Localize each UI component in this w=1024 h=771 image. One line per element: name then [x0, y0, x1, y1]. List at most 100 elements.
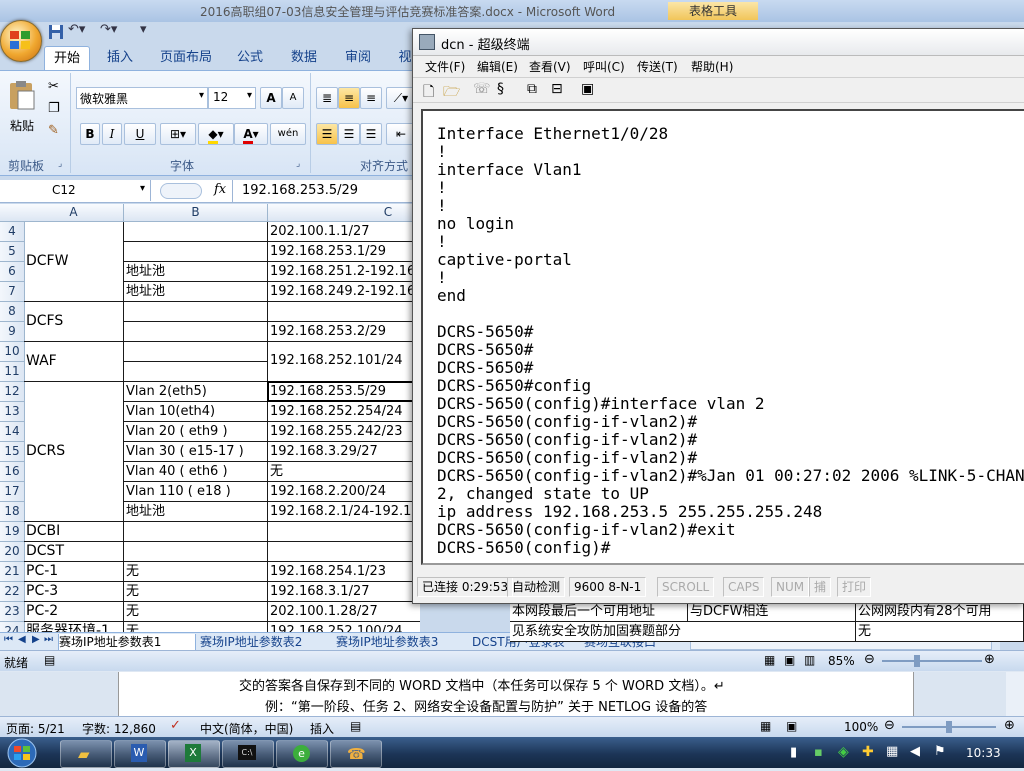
formula-input[interactable]: 192.168.253.5/29 [242, 183, 358, 198]
row-header[interactable]: 24 [0, 622, 25, 632]
cell-c[interactable]: 192.168.252.254/24 [268, 402, 420, 422]
row-header[interactable]: 6 [0, 262, 25, 282]
cell-a-dcbi[interactable]: DCBI [24, 522, 124, 542]
phonetic-button[interactable]: wén [270, 123, 306, 145]
cell-c[interactable]: 192.168.3.29/27 [268, 442, 420, 462]
save-icon[interactable] [48, 24, 64, 42]
properties-icon[interactable]: ▣ [581, 81, 594, 97]
clipboard-launcher-icon[interactable]: ⌟ [58, 159, 62, 169]
cell-b[interactable]: Vlan 20 ( eth9 ) [124, 422, 268, 442]
zoom-out-icon[interactable]: ⊖ [884, 718, 895, 733]
row-header[interactable]: 7 [0, 282, 25, 302]
cell-b[interactable] [124, 302, 268, 322]
receive-icon[interactable]: ⊟ [551, 81, 563, 97]
tab-home[interactable]: 开始 [44, 46, 90, 71]
taskbar-excel[interactable]: X [168, 740, 220, 768]
cell-c[interactable]: 192.168.254.1/23 [268, 562, 420, 582]
start-button[interactable] [4, 738, 44, 768]
taskbar-word[interactable]: W [114, 740, 166, 768]
cell-b[interactable]: Vlan 110 ( e18 ) [124, 482, 268, 502]
word-zoom-slider-thumb[interactable] [946, 721, 952, 733]
cell-c[interactable] [268, 522, 420, 542]
word-count[interactable]: 字数: 12,860 [82, 720, 156, 737]
terminal-titlebar[interactable]: dcn - 超级终端 [413, 29, 1024, 56]
menu-transfer[interactable]: 传送(T) [637, 58, 678, 75]
fill-color-button[interactable]: ◆▾ [198, 123, 234, 145]
copy-icon[interactable]: ❐ [48, 101, 60, 116]
cell-b[interactable]: 无 [124, 622, 268, 632]
cell-a-pc2[interactable]: PC-2 [24, 602, 124, 622]
cell-a-dcfw[interactable]: DCFW [24, 222, 124, 302]
cell-d[interactable]: 本网段最后一个可用地址 [510, 602, 688, 622]
cell-a-server[interactable]: 服务器环境-1 [24, 622, 124, 632]
cell-c[interactable]: 192.168.251.2-192.168.251.254 [268, 262, 420, 282]
cell-a-dcfs[interactable]: DCFS [24, 302, 124, 342]
office-button[interactable] [0, 20, 42, 62]
cell-c[interactable]: 192.168.253.5/29 [268, 382, 420, 402]
language-indicator[interactable]: 中文(简体，中国) [200, 720, 293, 737]
taskbar-terminal[interactable]: C:\ [222, 740, 274, 768]
cell-a-waf[interactable]: WAF [24, 342, 124, 382]
cell-b[interactable]: 无 [124, 582, 268, 602]
column-header-a[interactable]: A [24, 204, 124, 222]
taskbar-browser[interactable]: e [276, 740, 328, 768]
cell-b[interactable]: Vlan 30 ( e15-17 ) [124, 442, 268, 462]
font-color-button[interactable]: A▾ [234, 123, 268, 145]
row-header[interactable]: 12 [0, 382, 25, 402]
row-header[interactable]: 19 [0, 522, 25, 542]
row-header[interactable]: 4 [0, 222, 25, 242]
macro-record-icon[interactable]: ▤ [44, 653, 55, 667]
underline-button[interactable]: U [124, 123, 156, 145]
chevron-down-icon[interactable]: ▾ [247, 90, 252, 101]
row-header[interactable]: 16 [0, 462, 25, 482]
cut-icon[interactable]: ✂ [48, 79, 59, 94]
row-header[interactable]: 13 [0, 402, 25, 422]
cell-c[interactable]: 192.168.255.242/23 [268, 422, 420, 442]
sheet-tab-2[interactable]: 赛场IP地址参数表2 [200, 634, 330, 650]
zoom-out-icon[interactable]: ⊖ [864, 652, 875, 667]
insert-function-icon[interactable]: fx [214, 182, 226, 197]
cell-a-pc1[interactable]: PC-1 [24, 562, 124, 582]
open-icon[interactable]: 🗁 [443, 81, 460, 105]
word-page[interactable]: 交的答案各自保存到不同的 WORD 文档中（本任务可以保存 5 个 WORD 文… [118, 672, 914, 716]
font-size-combo[interactable]: 12 ▾ [208, 87, 256, 109]
cell-c[interactable]: 202.100.1.1/27 [268, 222, 420, 242]
row-header[interactable]: 8 [0, 302, 25, 322]
paste-icon[interactable] [6, 79, 38, 111]
align-left-button[interactable]: ☰ [316, 123, 338, 145]
page-break-view-icon[interactable]: ▥ [804, 653, 815, 667]
clock[interactable]: 10:33 [966, 746, 1001, 760]
tab-page-layout[interactable]: 页面布局 [154, 46, 218, 70]
cell-f[interactable]: 无 [856, 622, 1024, 642]
word-zoom-level[interactable]: 100% [844, 720, 878, 734]
sheet-nav-first-icon[interactable]: ⏮ [4, 634, 13, 645]
format-painter-icon[interactable]: ✎ [48, 123, 59, 138]
formula-expand-handle[interactable] [160, 183, 202, 199]
terminal-screen[interactable]: Interface Ethernet1/0/28 ! interface Vla… [421, 109, 1024, 565]
align-top-button[interactable]: ≣ [316, 87, 338, 109]
row-header[interactable]: 11 [0, 362, 25, 382]
column-header-b[interactable]: B [124, 204, 268, 222]
word-vertical-scrollbar[interactable] [1006, 672, 1024, 716]
sheet-tab-3[interactable]: 赛场IP地址参数表3 [336, 634, 466, 650]
borders-button[interactable]: ⊞▾ [160, 123, 196, 145]
menu-edit[interactable]: 编辑(E) [477, 58, 518, 75]
print-layout-view-icon[interactable]: ▦ [760, 719, 771, 733]
cell-c[interactable]: 192.168.2.1/24-192.168.2.254 [268, 502, 420, 522]
cell-b[interactable]: 地址池 [124, 502, 268, 522]
row-header[interactable]: 18 [0, 502, 25, 522]
zoom-in-icon[interactable]: ⊕ [1004, 718, 1015, 733]
cell-b[interactable]: 无 [124, 562, 268, 582]
cell-b[interactable]: Vlan 10(eth4) [124, 402, 268, 422]
tab-review[interactable]: 审阅 [338, 46, 378, 70]
row-header[interactable]: 5 [0, 242, 25, 262]
zoom-in-icon[interactable]: ⊕ [984, 652, 995, 667]
cell-c[interactable]: 202.100.1.28/27 [268, 602, 420, 622]
grow-font-button[interactable]: A [260, 87, 282, 109]
cell-c[interactable]: 192.168.252.100/24 [268, 622, 420, 632]
chevron-down-icon[interactable]: ▾ [199, 90, 204, 101]
zoom-slider[interactable] [882, 660, 982, 662]
cell-c[interactable]: 192.168.253.1/29 [268, 242, 420, 262]
cell-b[interactable] [124, 322, 268, 342]
sheet-nav-last-icon[interactable]: ⏭ [44, 634, 53, 645]
